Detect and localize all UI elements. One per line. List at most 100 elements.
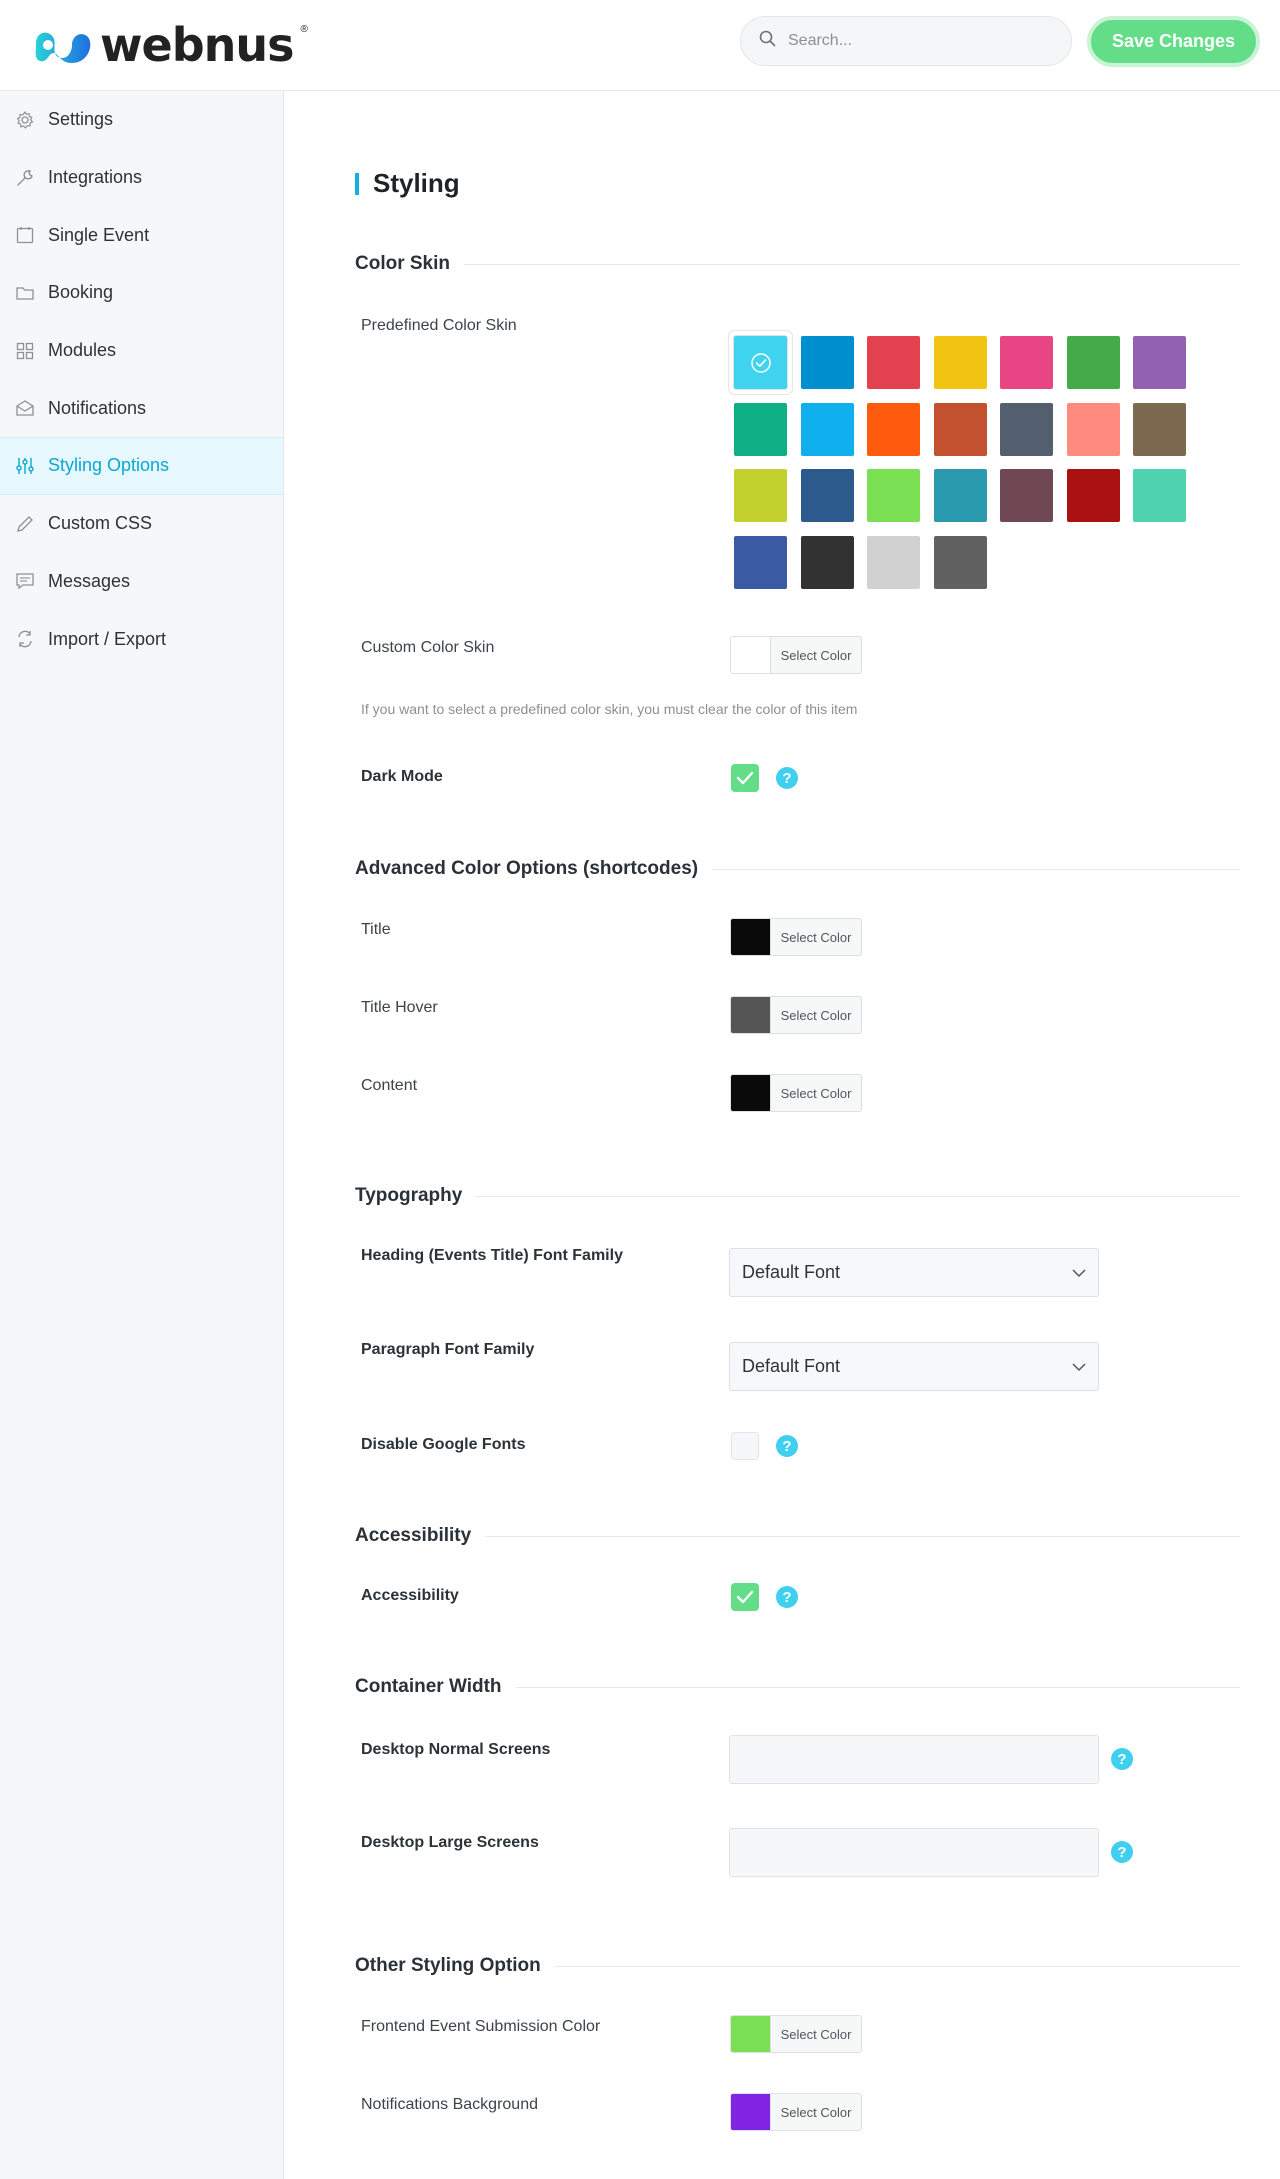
desktop-large-input[interactable] xyxy=(729,1828,1099,1877)
section-heading: Advanced Color Options (shortcodes) xyxy=(355,858,699,879)
sidebar: Settings Integrations Single Event Booki… xyxy=(0,91,284,2179)
color-swatch[interactable] xyxy=(1133,402,1186,456)
sidebar-item-label: Messages xyxy=(48,570,131,591)
dark-mode-checkbox[interactable] xyxy=(731,764,759,792)
color-swatch[interactable] xyxy=(800,535,854,589)
desktop-normal-input[interactable] xyxy=(729,1735,1099,1784)
grid-icon xyxy=(14,340,36,362)
sidebar-item-custom-css[interactable]: Custom CSS xyxy=(0,495,283,553)
desktop-large-label: Desktop Large Screens xyxy=(361,1834,539,1851)
folder-icon xyxy=(14,282,36,304)
color-swatch[interactable] xyxy=(867,402,920,456)
color-swatch[interactable] xyxy=(1066,469,1120,522)
select-color-button[interactable]: Select Color xyxy=(771,919,861,955)
color-swatch[interactable] xyxy=(867,336,920,389)
color-swatch[interactable] xyxy=(1000,402,1053,456)
color-skin-hint: If you want to select a predefined color… xyxy=(361,701,858,717)
search-box[interactable] xyxy=(740,16,1072,66)
checkmark-icon xyxy=(736,771,754,785)
sidebar-item-import-export[interactable]: Import / Export xyxy=(0,610,283,668)
color-swatch[interactable] xyxy=(734,402,787,456)
title-accent-bar xyxy=(355,172,359,195)
help-icon[interactable]: ? xyxy=(1111,1841,1133,1863)
notifications-background-label: Notifications Background xyxy=(361,2096,538,2113)
color-swatch[interactable] xyxy=(933,469,987,522)
top-header: webnus ® Save Changes xyxy=(0,0,1280,91)
sidebar-item-single-event[interactable]: Single Event xyxy=(0,206,283,264)
help-icon[interactable]: ? xyxy=(776,767,798,789)
accessibility-checkbox[interactable] xyxy=(731,1583,759,1611)
logo-text: webnus xyxy=(100,18,294,72)
content-color-picker[interactable]: Select Color xyxy=(730,1074,862,1112)
sidebar-item-styling-options[interactable]: Styling Options xyxy=(0,437,283,495)
save-changes-button[interactable]: Save Changes xyxy=(1087,16,1260,67)
help-icon[interactable]: ? xyxy=(1111,1748,1133,1770)
color-swatch[interactable] xyxy=(1066,402,1120,456)
envelope-icon xyxy=(14,397,36,419)
color-swatch[interactable] xyxy=(933,336,987,389)
color-preview-chip xyxy=(731,2016,771,2052)
frontend-submission-color-picker[interactable]: Select Color xyxy=(730,2015,862,2053)
select-value: Default Font xyxy=(742,1356,841,1376)
sidebar-item-settings[interactable]: Settings xyxy=(0,91,283,149)
sidebar-item-integrations[interactable]: Integrations xyxy=(0,149,283,207)
section-divider xyxy=(464,263,1240,265)
color-preview-chip xyxy=(731,2094,771,2130)
title-hover-color-picker[interactable]: Select Color xyxy=(730,996,862,1034)
sidebar-item-booking[interactable]: Booking xyxy=(0,264,283,322)
title-color-picker[interactable]: Select Color xyxy=(730,918,862,956)
accessibility-label: Accessibility xyxy=(361,1587,459,1604)
section-divider xyxy=(712,868,1240,870)
select-value: Default Font xyxy=(742,1262,841,1282)
notifications-background-picker[interactable]: Select Color xyxy=(730,2093,862,2131)
color-swatch[interactable] xyxy=(800,402,854,456)
color-swatch[interactable] xyxy=(1066,336,1120,389)
page-title: Styling xyxy=(355,168,460,199)
custom-color-skin-picker[interactable]: Select Color xyxy=(730,636,862,674)
desktop-normal-label: Desktop Normal Screens xyxy=(361,1741,551,1758)
predefined-color-skin-label: Predefined Color Skin xyxy=(361,317,517,334)
disable-google-fonts-checkbox[interactable] xyxy=(731,1432,759,1460)
sidebar-item-modules[interactable]: Modules xyxy=(0,322,283,380)
sidebar-item-label: Custom CSS xyxy=(48,513,153,534)
sidebar-item-label: Booking xyxy=(48,282,114,303)
select-color-button[interactable]: Select Color xyxy=(771,2016,861,2052)
color-swatch[interactable] xyxy=(733,335,788,390)
section-heading: Typography xyxy=(355,1185,463,1206)
paragraph-font-select[interactable]: Default Font xyxy=(729,1342,1099,1391)
color-swatch[interactable] xyxy=(1000,469,1053,522)
color-swatch[interactable] xyxy=(1133,469,1186,522)
logo[interactable]: webnus ® xyxy=(32,18,308,72)
select-color-button[interactable]: Select Color xyxy=(771,1075,861,1111)
wrench-icon xyxy=(14,167,36,189)
select-color-button[interactable]: Select Color xyxy=(771,2094,861,2130)
sidebar-item-messages[interactable]: Messages xyxy=(0,553,283,611)
disable-google-fonts-label: Disable Google Fonts xyxy=(361,1436,526,1453)
search-input[interactable] xyxy=(788,32,1038,50)
color-swatch[interactable] xyxy=(734,469,787,522)
color-swatch[interactable] xyxy=(867,535,920,589)
select-color-button[interactable]: Select Color xyxy=(771,637,861,673)
select-color-button[interactable]: Select Color xyxy=(771,997,861,1033)
color-swatch[interactable] xyxy=(867,469,920,522)
help-icon[interactable]: ? xyxy=(776,1435,798,1457)
color-preview-chip xyxy=(731,997,771,1033)
section-other-styling: Other Styling Option xyxy=(355,1955,1240,1977)
paragraph-font-label: Paragraph Font Family xyxy=(361,1341,535,1358)
sync-icon xyxy=(14,628,36,650)
color-swatch[interactable] xyxy=(734,535,787,589)
sliders-icon xyxy=(14,455,36,477)
help-icon[interactable]: ? xyxy=(776,1586,798,1608)
webnus-logo-icon xyxy=(32,23,94,67)
color-swatch[interactable] xyxy=(933,535,987,589)
pencil-icon xyxy=(14,513,36,535)
color-swatch[interactable] xyxy=(1133,336,1186,389)
section-heading: Color Skin xyxy=(355,253,451,274)
sidebar-item-label: Integrations xyxy=(48,167,143,188)
color-swatch[interactable] xyxy=(1000,336,1053,389)
color-swatch[interactable] xyxy=(800,469,854,522)
color-swatch[interactable] xyxy=(933,402,987,456)
color-swatch[interactable] xyxy=(800,336,854,389)
sidebar-item-notifications[interactable]: Notifications xyxy=(0,379,283,437)
heading-font-select[interactable]: Default Font xyxy=(729,1248,1099,1297)
